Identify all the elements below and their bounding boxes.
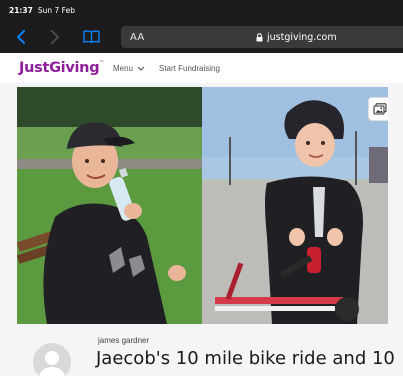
book-icon bbox=[82, 30, 100, 43]
chevron-down-icon bbox=[137, 66, 145, 71]
status-date: Sun 7 Feb bbox=[37, 5, 75, 15]
fundraiser-info: james gardner Jaecob's 10 mile bike ride… bbox=[0, 327, 403, 376]
logo-text: JustGiving bbox=[19, 60, 100, 76]
user-placeholder-icon bbox=[38, 351, 66, 376]
start-fundraising-link[interactable]: Start Fundraising bbox=[159, 64, 220, 73]
address-bar[interactable]: AA justgiving.com bbox=[121, 26, 403, 48]
site-header: JustGiving™ Menu Start Fundraising bbox=[0, 53, 403, 83]
lock-icon bbox=[256, 32, 263, 41]
menu-button[interactable]: Menu bbox=[113, 64, 145, 73]
status-bar: 21:37 Sun 7 Feb bbox=[0, 0, 403, 20]
browser-chrome: 21:37 Sun 7 Feb AA justgiving.com bbox=[0, 0, 403, 53]
menu-label: Menu bbox=[112, 63, 133, 73]
cover-photo bbox=[17, 87, 388, 324]
chevron-left-icon bbox=[17, 29, 25, 44]
screen: 21:37 Sun 7 Feb AA justgiving.com JustGi… bbox=[0, 0, 403, 376]
back-button[interactable] bbox=[10, 26, 32, 48]
owner-name[interactable]: james gardner bbox=[98, 336, 149, 345]
status-time: 21:37 bbox=[9, 5, 33, 15]
url-text: justgiving.com bbox=[267, 31, 337, 43]
url-display[interactable]: justgiving.com bbox=[256, 26, 337, 48]
text-size-button[interactable]: AA bbox=[130, 32, 144, 43]
bookmarks-button[interactable] bbox=[80, 26, 102, 48]
forward-button[interactable] bbox=[44, 26, 66, 48]
gallery-icon bbox=[373, 103, 387, 115]
justgiving-logo[interactable]: JustGiving™ bbox=[19, 60, 104, 76]
chevron-right-icon bbox=[51, 29, 59, 44]
cover-photo-image bbox=[17, 87, 388, 324]
avatar[interactable] bbox=[33, 343, 71, 376]
browser-toolbar: AA justgiving.com bbox=[0, 20, 403, 53]
gallery-button[interactable] bbox=[368, 97, 388, 121]
page-content: james gardner Jaecob's 10 mile bike ride… bbox=[0, 83, 403, 376]
page-title: Jaecob's 10 mile bike ride and 10 bbox=[96, 348, 395, 369]
